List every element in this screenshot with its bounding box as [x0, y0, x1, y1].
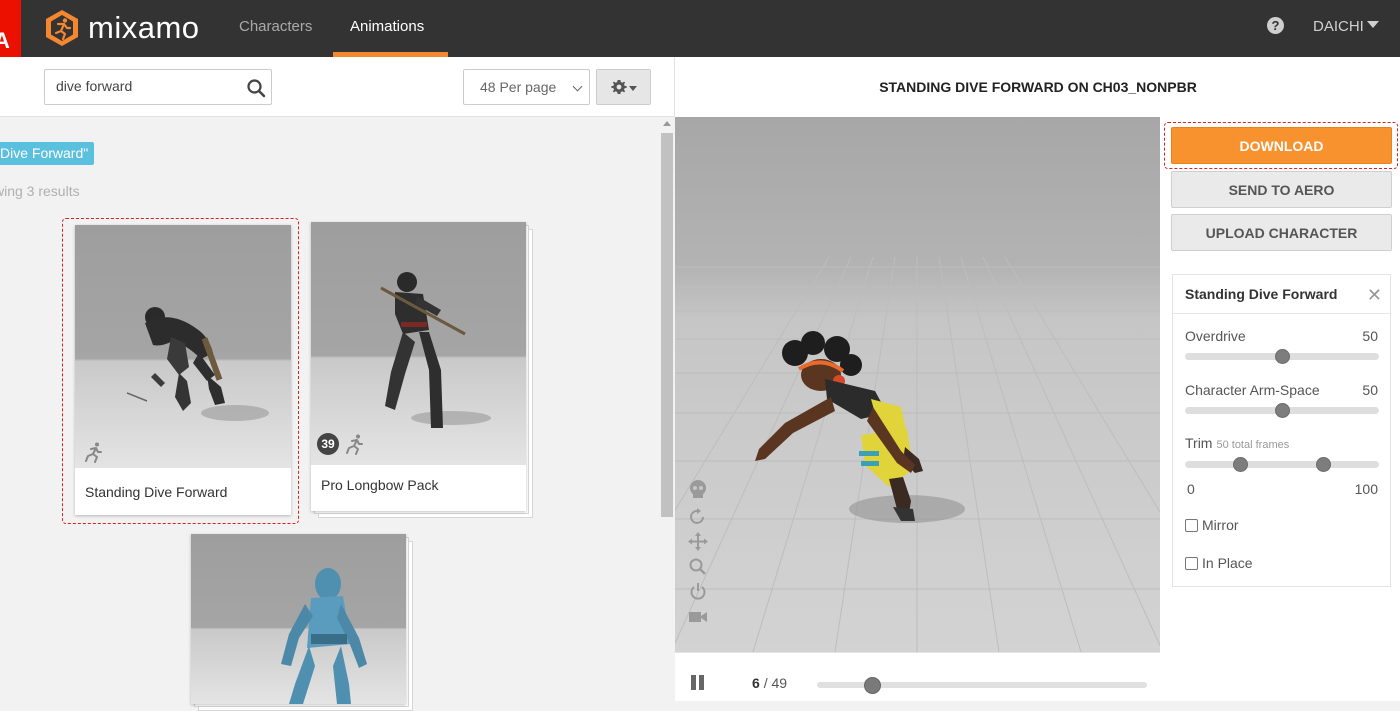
- mixamo-logo[interactable]: mixamo: [44, 9, 200, 47]
- user-menu[interactable]: DAICHI: [1313, 18, 1379, 35]
- mirror-label: Mirror: [1202, 517, 1239, 533]
- 3d-preview-viewport[interactable]: [675, 117, 1160, 652]
- animation-browser: 48 Per page Dive Forward" wing 3 results: [0, 57, 674, 711]
- send-to-aero-button[interactable]: SEND TO AERO: [1171, 171, 1392, 208]
- trim-label-text: Trim: [1185, 435, 1213, 451]
- per-page-select[interactable]: 48 Per page: [463, 69, 590, 105]
- trim-total-frames: 50 total frames: [1216, 439, 1290, 451]
- running-man-icon: [85, 442, 102, 463]
- results-count: wing 3 results: [0, 183, 80, 199]
- search-box[interactable]: [44, 69, 272, 105]
- in-place-label: In Place: [1202, 555, 1253, 571]
- floor-grid: [675, 256, 1160, 652]
- close-icon[interactable]: ✕: [1367, 285, 1382, 306]
- trim-slider[interactable]: [1185, 457, 1379, 472]
- trim-start-value: 0: [1187, 481, 1195, 497]
- nav-characters[interactable]: Characters: [239, 0, 312, 57]
- power-icon[interactable]: [687, 582, 709, 601]
- pause-icon[interactable]: [691, 675, 705, 690]
- caret-down-icon: [629, 86, 637, 91]
- current-frame: 6: [752, 675, 760, 691]
- search-toolbar: 48 Per page: [0, 57, 674, 117]
- playback-bar: 6 / 49: [675, 652, 1160, 701]
- per-page-value: 48 Per page: [480, 79, 557, 95]
- timeline-slider[interactable]: [817, 677, 1147, 694]
- scroll-up-arrow-icon[interactable]: [663, 121, 671, 126]
- card-label: Standing Dive Forward: [85, 484, 228, 500]
- chevron-down-icon: [572, 81, 583, 92]
- character-preview-image: [380, 272, 491, 428]
- animation-thumbnail: [311, 222, 526, 465]
- animation-settings-card: Standing Dive Forward ✕ Overdrive 50 Cha…: [1172, 274, 1391, 587]
- animation-thumbnail: [191, 534, 406, 704]
- gear-icon: [611, 80, 627, 94]
- settings-title: Standing Dive Forward: [1185, 286, 1338, 302]
- overdrive-slider[interactable]: [1185, 349, 1379, 364]
- running-man-icon: [346, 434, 363, 455]
- overdrive-slider-thumb[interactable]: [1274, 349, 1290, 364]
- rotate-icon[interactable]: [687, 507, 709, 526]
- top-navigation-bar: A be mixamo Characters Animations ? DAIC…: [0, 0, 1400, 83]
- card-label: Pro Longbow Pack: [321, 477, 439, 493]
- caret-down-icon: [1366, 21, 1379, 28]
- trim-label: Trim 50 total frames: [1185, 435, 1289, 451]
- trim-end-value: 100: [1354, 481, 1378, 497]
- animation-card-standing-dive-forward[interactable]: Standing Dive Forward: [75, 225, 291, 515]
- in-place-checkbox[interactable]: [1185, 556, 1198, 570]
- viewport-tools: [687, 479, 709, 632]
- scrollbar-thumb[interactable]: [661, 133, 673, 517]
- results-scrollbar[interactable]: [660, 117, 674, 701]
- total-frames: / 49: [763, 675, 788, 691]
- help-icon[interactable]: ?: [1267, 17, 1284, 34]
- move-icon[interactable]: [687, 532, 709, 551]
- nav-animations[interactable]: Animations: [350, 0, 424, 57]
- preview-header: STANDING DIVE FORWARD ON CH03_NONPBR: [674, 57, 1400, 117]
- timeline-thumb[interactable]: [863, 677, 881, 694]
- app-name: mixamo: [88, 10, 200, 45]
- camera-icon[interactable]: [687, 607, 709, 626]
- trim-end-thumb[interactable]: [1315, 457, 1331, 472]
- character-preview-image: [281, 568, 367, 704]
- user-name: DAICHI: [1313, 18, 1364, 35]
- overdrive-label: Overdrive: [1185, 328, 1246, 344]
- animation-card-pro-longbow-pack[interactable]: 39 Pro Longbow Pack: [311, 222, 526, 511]
- skull-icon[interactable]: [687, 479, 709, 501]
- animation-thumbnail: [75, 225, 291, 468]
- animation-count-badge: 39: [317, 433, 339, 455]
- search-icon[interactable]: [246, 78, 266, 98]
- arm-space-value: 50: [1362, 382, 1378, 398]
- animation-card-pack[interactable]: [191, 534, 406, 704]
- arm-space-label: Character Arm-Space: [1185, 382, 1320, 398]
- search-input[interactable]: [56, 78, 236, 94]
- mixamo-logo-icon: [46, 10, 78, 46]
- settings-dropdown-button[interactable]: [596, 69, 651, 105]
- divider: [1173, 313, 1390, 314]
- animation-side-panel: DOWNLOAD SEND TO AERO UPLOAD CHARACTER S…: [1160, 117, 1400, 701]
- character-preview-image: [126, 307, 269, 421]
- in-place-option[interactable]: In Place: [1185, 555, 1253, 571]
- download-button[interactable]: DOWNLOAD: [1171, 127, 1392, 164]
- trim-start-thumb[interactable]: [1233, 457, 1249, 472]
- mirror-checkbox[interactable]: [1185, 518, 1198, 532]
- mirror-option[interactable]: Mirror: [1185, 517, 1239, 533]
- search-filter-tag[interactable]: Dive Forward": [0, 142, 95, 165]
- overdrive-value: 50: [1362, 328, 1378, 344]
- zoom-icon[interactable]: [687, 557, 709, 576]
- frame-counter: 6 / 49: [752, 675, 787, 691]
- upload-character-button[interactable]: UPLOAD CHARACTER: [1171, 214, 1392, 251]
- preview-title: STANDING DIVE FORWARD ON CH03_NONPBR: [879, 79, 1197, 95]
- arm-space-slider-thumb[interactable]: [1274, 403, 1290, 418]
- arm-space-slider[interactable]: [1185, 403, 1379, 418]
- adobe-a-glyph: A: [0, 28, 10, 53]
